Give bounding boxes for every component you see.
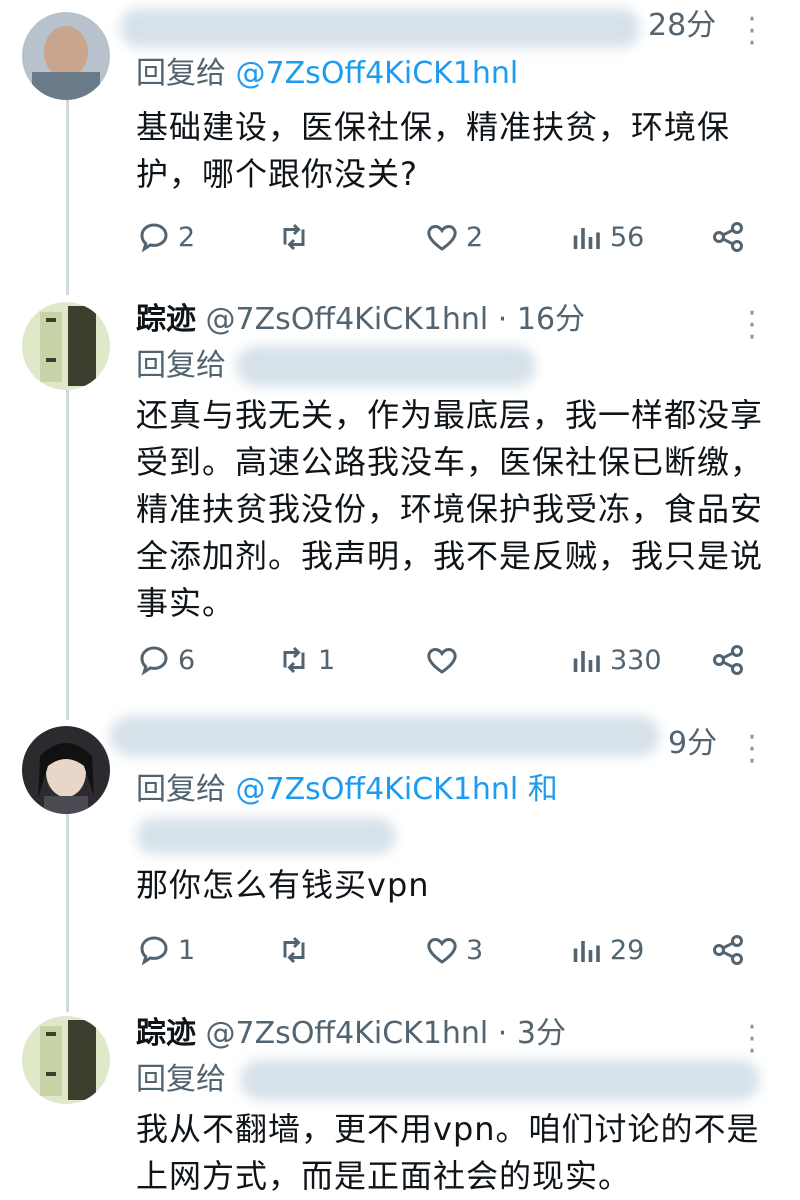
more-options-icon[interactable]: · · · (742, 1013, 762, 1067)
retweet-icon (283, 936, 305, 964)
action-bar: 1 3 29 (136, 930, 766, 970)
reply-context: 回复给 @7ZsOff4KiCK1hnl 和 (136, 770, 558, 810)
mention-link[interactable]: @7ZsOff4KiCK1hnl 和 (236, 772, 558, 807)
views-button[interactable]: 56 (568, 217, 644, 257)
like-count: 2 (466, 221, 484, 253)
share-icon (713, 222, 743, 252)
tweet-text: 基础建设，医保社保，精准扶贫，环境保 护，哪个跟你没关? (136, 104, 776, 198)
reply-context: 回复给 (136, 1060, 226, 1100)
view-count: 29 (610, 934, 645, 966)
display-name[interactable]: 踪迹 (136, 1016, 196, 1051)
tweet[interactable]: 踪迹 @7ZsOff4KiCK1hnl · 3分 · · · 回复给 我从不翻墙，更… (0, 1010, 800, 1195)
avatar[interactable] (22, 1016, 110, 1104)
views-icon (573, 941, 600, 962)
action-bar: 2 2 56 (136, 217, 766, 257)
more-options-icon[interactable]: · · · (742, 299, 762, 353)
text-line: 我从不翻墙，更不用vpn。咱们讨论的不是 (136, 1110, 760, 1148)
reply-icon (140, 936, 168, 966)
heart-icon (427, 937, 457, 964)
text-line: 受到。高速公路我没车，医保社保已断缴， (136, 443, 764, 481)
retweet-button[interactable]: 1 (276, 640, 335, 680)
share-button[interactable] (710, 930, 752, 970)
blurred-username (120, 8, 640, 48)
blurred-mention (240, 1060, 760, 1100)
share-button[interactable] (710, 217, 752, 257)
tweet-header: 踪迹 @7ZsOff4KiCK1hnl · 3分 (136, 1014, 566, 1054)
reply-icon (140, 223, 168, 253)
tweet-text: 还真与我无关，作为最底层，我一样都没享 受到。高速公路我没车，医保社保已断缴， … (136, 392, 776, 627)
tweet[interactable]: 28分 · · · 回复给 @7ZsOff4KiCK1hnl 基础建设，医保社保，精… (0, 0, 800, 290)
avatar[interactable] (22, 726, 110, 814)
tweet[interactable]: 踪迹 @7ZsOff4KiCK1hnl · 16分 · · · 回复给 还真与我无关… (0, 290, 800, 710)
text-line: 基础建设，医保社保，精准扶贫，环境保 (136, 108, 731, 146)
views-button[interactable]: 330 (568, 640, 662, 680)
text-line: 那你怎么有钱买vpn (136, 866, 430, 904)
reply-button[interactable]: 6 (136, 640, 195, 680)
text-line: 事实。 (136, 584, 236, 622)
action-bar: 6 1 330 (136, 640, 766, 680)
views-button[interactable]: 29 (568, 930, 644, 970)
more-options-icon[interactable]: · · · (742, 5, 762, 59)
reply-prefix: 回复给 (136, 772, 226, 807)
reply-prefix: 回复给 (136, 1062, 226, 1097)
avatar[interactable] (22, 12, 110, 100)
view-count: 330 (610, 644, 662, 676)
reply-count: 2 (178, 221, 196, 253)
retweet-count: 1 (318, 644, 336, 676)
views-icon (573, 228, 600, 249)
tweet-time: 9分 (668, 726, 718, 761)
blurred-username (110, 716, 660, 756)
retweet-icon (283, 646, 305, 674)
text-line: 全添加剂。我声明，我不是反贼，我只是说 (136, 537, 764, 575)
mention-link[interactable]: @7ZsOff4KiCK1hnl (236, 56, 519, 91)
blurred-mention (136, 818, 396, 854)
avatar[interactable] (22, 302, 110, 390)
text-line: 精准扶贫我没份，环境保护我受冻，食品安 (136, 490, 764, 528)
handle-and-time[interactable]: @7ZsOff4KiCK1hnl · 16分 (206, 302, 586, 337)
blurred-mention (236, 346, 536, 386)
like-button[interactable] (424, 640, 466, 680)
retweet-icon (283, 223, 305, 251)
share-icon (713, 935, 743, 965)
share-icon (713, 645, 743, 675)
retweet-button[interactable] (276, 217, 318, 257)
reply-button[interactable]: 2 (136, 217, 195, 257)
tweet-text: 我从不翻墙，更不用vpn。咱们讨论的不是 上网方式，而是正面社会的现实。 (136, 1106, 776, 1200)
reply-count: 6 (178, 644, 196, 676)
display-name[interactable]: 踪迹 (136, 302, 196, 337)
more-options-icon[interactable]: · · · (742, 723, 762, 777)
reply-count: 1 (178, 934, 196, 966)
heart-icon (427, 224, 457, 251)
tweet-text: 那你怎么有钱买vpn (136, 862, 776, 909)
retweet-button[interactable] (276, 930, 318, 970)
like-button[interactable]: 2 (424, 217, 483, 257)
reply-context: 回复给 (136, 346, 226, 386)
text-line: 还真与我无关，作为最底层，我一样都没享 (136, 396, 764, 434)
heart-icon (427, 647, 457, 674)
tweet-time: 28分 (648, 8, 717, 43)
text-line: 护，哪个跟你没关? (136, 155, 418, 193)
view-count: 56 (610, 221, 645, 253)
like-count: 3 (466, 934, 484, 966)
share-button[interactable] (710, 640, 752, 680)
reply-prefix: 回复给 (136, 348, 226, 383)
reply-icon (140, 646, 168, 676)
tweet[interactable]: 9分 · · · 回复给 @7ZsOff4KiCK1hnl 和 那你怎么有钱买vpn… (0, 710, 800, 1010)
reply-context: 回复给 @7ZsOff4KiCK1hnl (136, 54, 518, 94)
tweet-header: 踪迹 @7ZsOff4KiCK1hnl · 16分 (136, 300, 585, 340)
views-icon (573, 651, 600, 672)
reply-prefix: 回复给 (136, 56, 226, 91)
like-button[interactable]: 3 (424, 930, 483, 970)
handle-and-time[interactable]: @7ZsOff4KiCK1hnl · 3分 (206, 1016, 566, 1051)
reply-button[interactable]: 1 (136, 930, 195, 970)
